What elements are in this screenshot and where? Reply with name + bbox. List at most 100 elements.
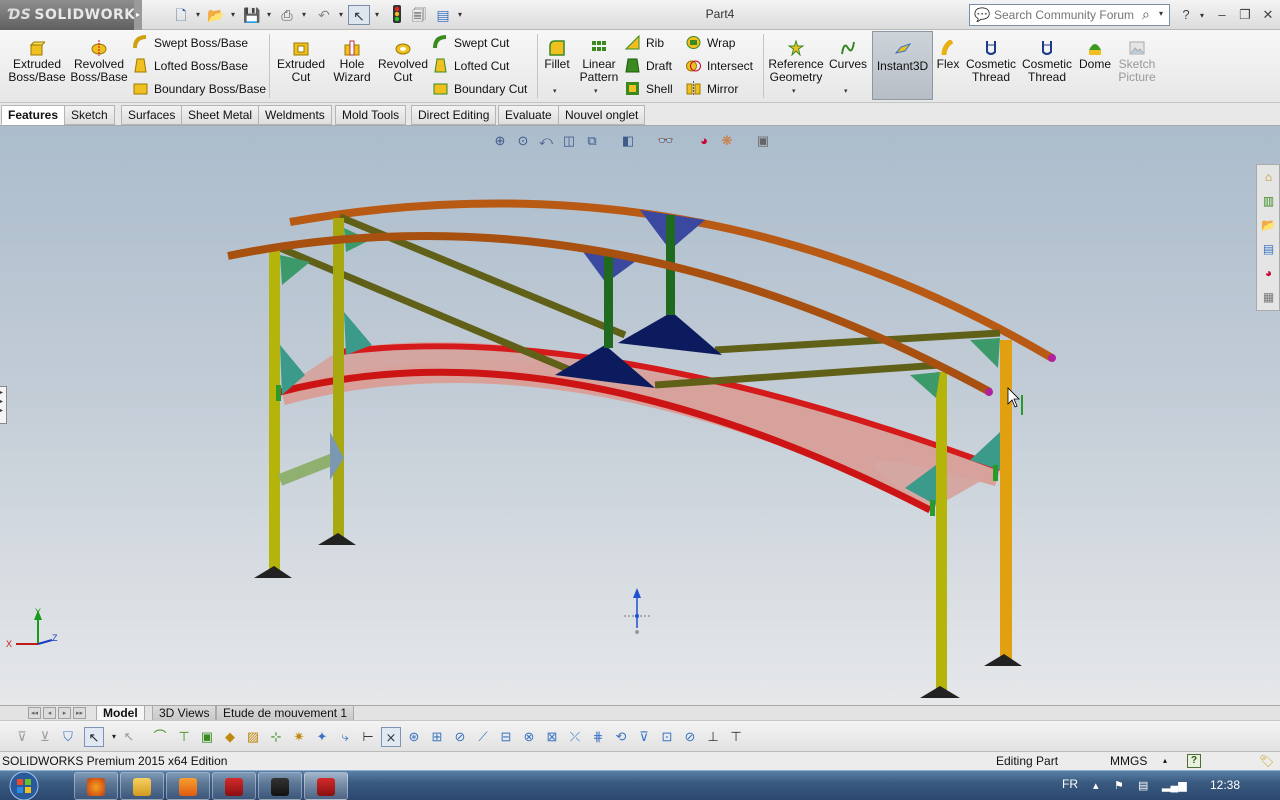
curves-dropdown-icon[interactable]: ▾ bbox=[844, 87, 848, 95]
custom-properties-icon[interactable]: ▦ bbox=[1259, 288, 1278, 307]
last-tab-arrow-icon[interactable]: ▸▸ bbox=[73, 707, 86, 719]
select-all-filters-icon[interactable]: ↖ bbox=[84, 727, 104, 747]
save-dropdown-icon[interactable]: ▾ bbox=[265, 5, 273, 25]
next-tab-arrow-icon[interactable]: ▸ bbox=[58, 707, 71, 719]
windows-start-button-icon[interactable] bbox=[4, 771, 44, 800]
minimize-window-icon[interactable]: – bbox=[1212, 6, 1232, 24]
file-explorer-icon[interactable]: 📂 bbox=[1259, 216, 1278, 235]
tab-mold-tools[interactable]: Mold Tools bbox=[335, 105, 407, 125]
filter-surface-bodies-icon[interactable]: ◆ bbox=[220, 727, 240, 747]
filter-routing-points-icon[interactable]: ⊘ bbox=[680, 727, 700, 747]
tab-direct-editing[interactable]: Direct Editing bbox=[411, 105, 497, 125]
fillet-button[interactable]: Fillet bbox=[540, 34, 574, 71]
tab-motion-study[interactable]: Etude de mouvement 1 bbox=[216, 706, 355, 721]
tile-vertical-icon[interactable]: ◧ bbox=[1184, 126, 1202, 128]
taskbar-clock[interactable]: 12:38 bbox=[1210, 778, 1240, 792]
undo-icon[interactable]: ↶ bbox=[313, 5, 335, 25]
invert-selection-icon[interactable]: ↖ bbox=[119, 727, 139, 747]
options-icon[interactable]: ▤ bbox=[432, 5, 454, 25]
prev-tab-arrow-icon[interactable]: ◂ bbox=[43, 707, 56, 719]
hole-wizard-button[interactable]: Hole Wizard bbox=[330, 34, 374, 84]
network-icon[interactable]: ▤ bbox=[1138, 779, 1148, 792]
boundary-cut-button[interactable]: Boundary Cut bbox=[433, 79, 527, 99]
lofted-boss-button[interactable]: Lofted Boss/Base bbox=[133, 56, 248, 76]
reference-geometry-button[interactable]: Reference Geometry bbox=[766, 34, 826, 84]
show-hidden-icons-icon[interactable]: ▴ bbox=[1093, 779, 1099, 792]
action-center-flag-icon[interactable]: ⚑ bbox=[1114, 779, 1124, 792]
filter-blocks-icon[interactable]: ⟲ bbox=[611, 727, 631, 747]
zoom-to-fit-icon[interactable]: ⊕ bbox=[490, 131, 510, 151]
mirror-button[interactable]: Mirror bbox=[686, 79, 738, 99]
filter-cosmetic-threads-icon[interactable]: ⋕ bbox=[588, 727, 608, 747]
search-input[interactable] bbox=[994, 7, 1144, 23]
solidworks-resources-icon[interactable]: ⌂ bbox=[1259, 168, 1278, 187]
pin-status-icon[interactable]: 🏷 bbox=[1259, 752, 1274, 770]
first-tab-arrow-icon[interactable]: ◂◂ bbox=[28, 707, 41, 719]
appearances-icon[interactable]: ◕ bbox=[1259, 264, 1278, 283]
extruded-boss-button[interactable]: Extruded Boss/Base bbox=[6, 34, 68, 84]
open-folder-icon[interactable]: 📂 bbox=[205, 5, 227, 25]
filter-notes-icon[interactable]: ⊟ bbox=[496, 727, 516, 747]
view-orientation-icon[interactable]: ◧ bbox=[618, 131, 638, 151]
cosmetic-thread-button-2[interactable]: Cosmetic Thread bbox=[1020, 34, 1074, 84]
feature-manager-expand-handle[interactable]: ▸ ▸ ▸ bbox=[0, 386, 7, 424]
flex-button[interactable]: Flex bbox=[935, 34, 961, 71]
search-box[interactable]: 💬 ⌕ ▾ bbox=[969, 4, 1170, 26]
toggle-filter-icon[interactable]: ⊽ bbox=[12, 727, 32, 747]
design-library-icon[interactable]: ▥ bbox=[1259, 192, 1278, 211]
filter-sketch-segments-icon[interactable]: ⤷ bbox=[335, 727, 355, 747]
filter-geometric-tolerances-icon[interactable]: ⟋ bbox=[473, 727, 493, 747]
taskbar-app[interactable] bbox=[258, 772, 302, 800]
rib-button[interactable]: Rib bbox=[625, 33, 664, 53]
tab-evaluate[interactable]: Evaluate bbox=[498, 105, 559, 125]
options-dropdown-icon[interactable]: ▾ bbox=[456, 5, 464, 25]
swept-cut-button[interactable]: Swept Cut bbox=[433, 33, 509, 53]
filter-edges-icon[interactable]: ⊤ bbox=[174, 727, 194, 747]
print-dropdown-icon[interactable]: ▾ bbox=[300, 5, 308, 25]
save-icon[interactable]: 💾 bbox=[241, 5, 263, 25]
filter-dimensions-icon[interactable]: ⊞ bbox=[427, 727, 447, 747]
bridge-model[interactable] bbox=[0, 126, 1280, 705]
close-window-icon[interactable]: ✕ bbox=[1258, 6, 1278, 24]
filter-sketch-points-icon[interactable]: ✦ bbox=[312, 727, 332, 747]
select-pointer-icon[interactable]: ↖ bbox=[348, 5, 370, 25]
filter-weld-symbols-icon[interactable]: ⊠ bbox=[542, 727, 562, 747]
taskbar-firefox[interactable] bbox=[74, 772, 118, 800]
filter-welds-icon[interactable]: ⊤ bbox=[726, 727, 746, 747]
revolved-boss-button[interactable]: Revolved Boss/Base bbox=[70, 34, 128, 84]
zoom-to-area-icon[interactable]: ⊙ bbox=[513, 131, 533, 151]
filter-centerline-icon[interactable]: ⊛ bbox=[404, 727, 424, 747]
lofted-cut-button[interactable]: Lofted Cut bbox=[433, 56, 509, 76]
boundary-boss-button[interactable]: Boundary Boss/Base bbox=[133, 79, 266, 99]
unit-system-selector[interactable]: MMGS bbox=[1110, 752, 1147, 770]
taskbar-explorer[interactable] bbox=[120, 772, 164, 800]
shell-button[interactable]: Shell bbox=[625, 79, 673, 99]
tab-features[interactable]: Features bbox=[1, 105, 66, 125]
print-icon[interactable]: ⎙ bbox=[276, 5, 298, 25]
fillet-dropdown-icon[interactable]: ▾ bbox=[553, 87, 557, 95]
input-language-indicator[interactable]: FR bbox=[1062, 777, 1078, 791]
filter-datum-features-icon[interactable]: ⊗ bbox=[519, 727, 539, 747]
search-dropdown-icon[interactable]: ▾ bbox=[1159, 9, 1163, 18]
tab-model[interactable]: Model bbox=[96, 706, 145, 721]
apply-scene-icon[interactable]: ❋ bbox=[717, 131, 737, 151]
new-dropdown-icon[interactable]: ▾ bbox=[194, 5, 202, 25]
filter-planes-icon[interactable]: ✷ bbox=[289, 727, 309, 747]
tile-horizontal-icon[interactable]: ◨ bbox=[1161, 126, 1179, 128]
draft-button[interactable]: Draft bbox=[625, 56, 672, 76]
viewport-minimize-icon[interactable]: – bbox=[1207, 126, 1225, 128]
open-dropdown-icon[interactable]: ▾ bbox=[229, 5, 237, 25]
help-dropdown-icon[interactable]: ▾ bbox=[1198, 6, 1206, 26]
taskbar-solidworks-1[interactable] bbox=[212, 772, 256, 800]
wrap-button[interactable]: Wrap bbox=[686, 33, 735, 53]
clear-filters-icon[interactable]: ⛉ bbox=[58, 727, 78, 747]
viewport-restore-icon[interactable]: ❐ bbox=[1230, 126, 1248, 128]
filter-dowel-pin-symbols-icon[interactable]: ⊽ bbox=[634, 727, 654, 747]
reference-geometry-dropdown-icon[interactable]: ▾ bbox=[792, 87, 796, 95]
tab-3d-views[interactable]: 3D Views bbox=[152, 706, 217, 721]
rebuild-traffic-light-icon[interactable] bbox=[386, 5, 408, 25]
filter-vertices-icon[interactable]: ⌒ bbox=[150, 727, 170, 747]
tab-surfaces[interactable]: Surfaces bbox=[121, 105, 183, 125]
graphics-area[interactable]: ⊕ ⊙ ⤺ ◫ ⧉ ◧ 👓 ◕ ❋ ▣ ◨ ◧ – ❐ ✕ ⌂ ▥ 📂 ▤ ◕ … bbox=[0, 126, 1280, 705]
tab-sheet-metal[interactable]: Sheet Metal bbox=[181, 105, 260, 125]
